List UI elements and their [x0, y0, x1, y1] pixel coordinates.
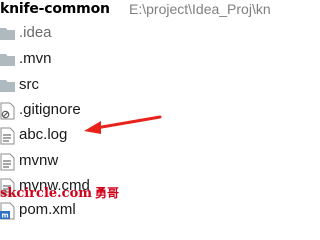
tree-item-label: src	[19, 76, 39, 93]
text-file-icon	[0, 153, 16, 171]
tree-item-src-folder[interactable]: src	[0, 73, 294, 99]
tree-item-mvnw-file[interactable]: mvnw	[0, 149, 294, 175]
maven-file-icon: m	[0, 202, 16, 220]
tree-item-idea-folder[interactable]: .idea	[0, 21, 294, 47]
tree-item-mvn-folder[interactable]: .mvn	[0, 47, 294, 73]
tree-item-label: .gitignore	[19, 101, 81, 118]
tree-item-pom-xml-file[interactable]: m pom.xml	[0, 198, 294, 224]
folder-icon	[0, 77, 16, 95]
tree-item-label: .mvn	[19, 50, 52, 67]
folder-icon	[0, 51, 16, 69]
text-file-icon	[0, 127, 16, 145]
tree-item-label: .idea	[19, 24, 52, 41]
tree-item-label: pom.xml	[19, 201, 76, 218]
svg-text:m: m	[1, 212, 8, 220]
tree-item-gitignore-file[interactable]: .gitignore	[0, 98, 294, 124]
tree-item-label: abc.log	[19, 126, 68, 143]
tree-item-label: mvnw	[19, 152, 59, 169]
project-header: knife-common E:\project\Idea_Proj\kn	[0, 0, 294, 22]
folder-icon	[0, 25, 16, 43]
tree-item-abc-log-file[interactable]: abc.log	[0, 123, 294, 149]
project-name[interactable]: knife-common	[0, 1, 110, 17]
project-path: E:\project\Idea_Proj\kn	[129, 1, 271, 17]
ignored-file-icon	[0, 102, 16, 120]
